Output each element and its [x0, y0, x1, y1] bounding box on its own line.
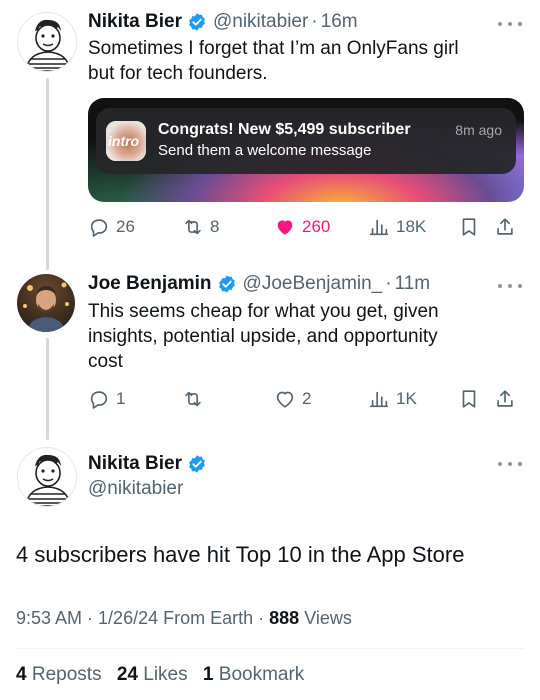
- notification-subtitle: Send them a welcome message: [158, 142, 372, 159]
- bookmark-button[interactable]: [458, 388, 494, 410]
- views-count: 1K: [396, 389, 417, 408]
- notification-time: 8m ago: [455, 122, 502, 138]
- separator-dot: ·: [253, 608, 270, 628]
- tweet-media-image[interactable]: intro Congrats! New $5,499 subscriber Se…: [88, 98, 524, 202]
- tweet-text-line: insights, potential upside, and opportun…: [88, 326, 438, 347]
- reply-count: 1: [116, 389, 126, 408]
- likes-count: 24: [116, 664, 138, 685]
- thread-line: [46, 338, 49, 440]
- avatar-illustration: [25, 19, 71, 71]
- more-options-icon[interactable]: [498, 280, 522, 292]
- tweet-text: Sometimes I forget that I’m an OnlyFans …: [88, 36, 459, 86]
- share-button[interactable]: [494, 216, 516, 238]
- avatar[interactable]: [17, 447, 77, 507]
- like-button[interactable]: 2: [274, 388, 368, 410]
- repost-count: 8: [210, 217, 220, 236]
- more-options-icon[interactable]: [498, 458, 522, 470]
- avatar-photo: [17, 274, 75, 332]
- like-button[interactable]: 260: [274, 216, 368, 238]
- repost-button[interactable]: 8: [182, 216, 274, 238]
- notification-title: Congrats! New $5,499 subscriber: [158, 121, 411, 138]
- repost-icon: [185, 391, 201, 407]
- main-tweet-text: 4 subscribers have hit Top 10 in the App…: [16, 542, 465, 567]
- like-count: 2: [302, 389, 312, 408]
- repost-icon: [185, 219, 201, 235]
- author-handle[interactable]: @nikitabier: [88, 478, 183, 500]
- author-handle[interactable]: @JoeBenjamin_: [243, 273, 383, 295]
- repost-button[interactable]: [182, 388, 274, 410]
- timestamp[interactable]: 16m: [321, 11, 358, 33]
- tweet-text: This seems cheap for what you get, given…: [88, 299, 439, 374]
- views-count: 18K: [396, 217, 427, 236]
- bookmark-icon: [462, 218, 476, 236]
- reply-icon: [90, 219, 108, 237]
- separator-dot: ·: [385, 273, 392, 294]
- separator-dot: ·: [311, 11, 318, 32]
- bookmarks-label: Bookmark: [218, 664, 305, 685]
- reply-count: 26: [116, 217, 135, 236]
- author-name[interactable]: Nikita Bier: [88, 11, 182, 33]
- author-handle[interactable]: @nikitabier: [213, 11, 308, 33]
- views-count: 888: [269, 608, 300, 628]
- intro-app-icon: intro: [106, 121, 146, 161]
- tweet-actions: 1 2 1K: [88, 386, 524, 412]
- notification-banner[interactable]: intro Congrats! New $5,499 subscriber Se…: [96, 108, 516, 174]
- views-icon: [369, 219, 389, 236]
- tweet-text-line: cost: [88, 351, 123, 372]
- avatar[interactable]: [17, 274, 75, 332]
- heart-filled-icon: [277, 220, 293, 235]
- avatar[interactable]: [17, 12, 77, 72]
- post-time[interactable]: 9:53 AM: [16, 608, 82, 628]
- views-icon: [369, 391, 389, 408]
- bookmark-button[interactable]: [458, 216, 494, 238]
- author-name[interactable]: Nikita Bier: [88, 453, 182, 475]
- verified-badge-icon: [189, 455, 205, 473]
- share-button[interactable]: [494, 388, 516, 410]
- heart-icon: [276, 391, 294, 408]
- share-icon: [497, 218, 513, 235]
- post-source: From Earth: [163, 608, 254, 628]
- reposts-stat[interactable]: 4 Reposts: [16, 664, 102, 685]
- divider: [16, 648, 524, 649]
- tweet-actions: 26 8 260 18K: [88, 214, 524, 240]
- timestamp[interactable]: 11m: [395, 273, 431, 295]
- bookmark-icon: [462, 390, 476, 408]
- bookmarks-count: 1: [202, 664, 214, 685]
- verified-badge-icon: [218, 275, 235, 293]
- more-options-icon[interactable]: [498, 18, 522, 30]
- views-button[interactable]: 18K: [368, 216, 458, 238]
- tweet-meta: 9:53 AM · 1/26/24 From Earth · 888 Views: [16, 608, 352, 629]
- reply-button[interactable]: 26: [88, 216, 182, 238]
- thread-line: [46, 78, 49, 270]
- reply-icon: [90, 391, 108, 409]
- author-name[interactable]: Joe Benjamin: [88, 273, 212, 295]
- reposts-label: Reposts: [31, 664, 102, 685]
- share-icon: [497, 390, 513, 407]
- reply-button[interactable]: 1: [88, 388, 182, 410]
- post-date[interactable]: 1/26/24: [98, 608, 158, 628]
- verified-badge-icon: [189, 13, 205, 31]
- views-label: Views: [304, 608, 352, 628]
- tweet-text-line: Sometimes I forget that I’m an OnlyFans …: [88, 38, 459, 59]
- like-count: 260: [302, 217, 331, 236]
- likes-label: Likes: [143, 664, 188, 685]
- tweet-text-line: but for tech founders.: [88, 63, 268, 84]
- avatar-illustration: [25, 454, 71, 506]
- tweet-text-line: This seems cheap for what you get, given: [88, 301, 439, 322]
- bookmarks-stat[interactable]: 1 Bookmark: [203, 664, 304, 685]
- intro-app-label: intro: [108, 133, 140, 149]
- engagement-stats: 4 Reposts 24 Likes 1 Bookmark: [16, 664, 304, 686]
- reposts-count: 4: [16, 664, 27, 685]
- likes-stat[interactable]: 24 Likes: [117, 664, 188, 685]
- separator-dot: ·: [82, 608, 99, 628]
- views-button[interactable]: 1K: [368, 388, 458, 410]
